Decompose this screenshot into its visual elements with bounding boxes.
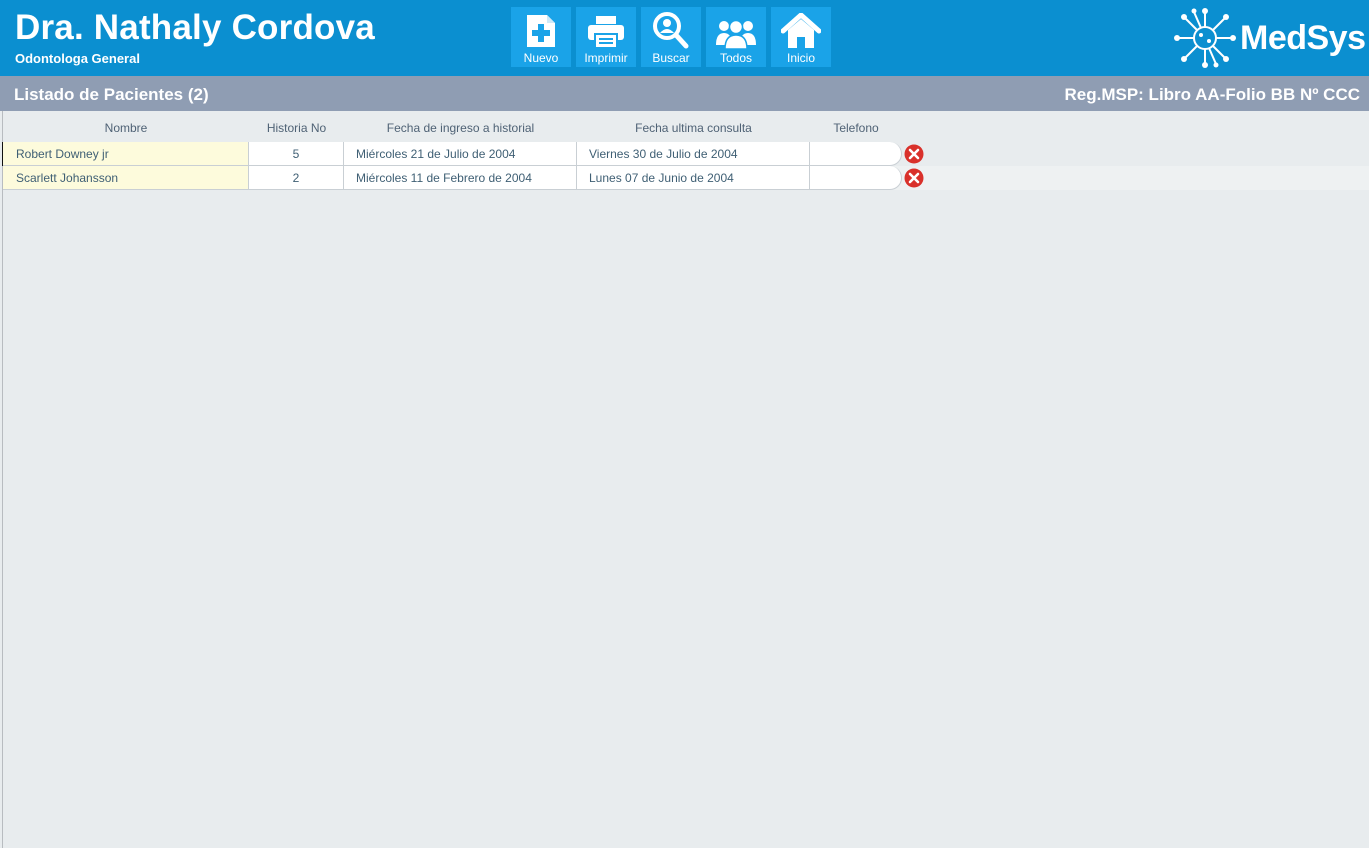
new-button-label: Nuevo — [523, 51, 559, 65]
search-icon — [651, 7, 691, 49]
app-header: Dra. Nathaly Cordova Odontologa General … — [0, 0, 1369, 76]
last-visit-cell[interactable]: Lunes 07 de Junio de 2004 — [577, 166, 810, 190]
doctor-specialty: Odontologa General — [15, 51, 140, 66]
history-number-cell[interactable]: 5 — [249, 142, 344, 166]
patient-name-cell[interactable]: Robert Downey jr — [3, 142, 249, 166]
table-row[interactable]: Scarlett Johansson 2 Miércoles 11 de Feb… — [3, 166, 1369, 190]
delete-circle-icon[interactable] — [904, 144, 924, 164]
printer-icon — [586, 7, 626, 49]
home-button[interactable]: Inicio — [771, 7, 831, 67]
list-subheader: Listado de Pacientes (2) Reg.MSP: Libro … — [0, 76, 1369, 111]
admission-date-cell[interactable]: Miércoles 21 de Julio de 2004 — [344, 142, 577, 166]
new-document-icon — [525, 7, 557, 49]
table-header: Nombre Historia No Fecha de ingreso a hi… — [3, 111, 1369, 141]
column-header-nombre: Nombre — [104, 121, 148, 135]
admission-date-cell[interactable]: Miércoles 11 de Febrero de 2004 — [344, 166, 577, 190]
all-button-label: Todos — [719, 51, 753, 65]
column-header-historia: Historia No — [266, 121, 327, 135]
all-button[interactable]: Todos — [706, 7, 766, 67]
history-number-cell[interactable]: 2 — [249, 166, 344, 190]
users-icon — [715, 7, 757, 49]
toolbar: Nuevo Imprimir Buscar Todos Inicio — [511, 7, 831, 67]
phone-cell[interactable] — [810, 142, 902, 166]
home-button-label: Inicio — [786, 51, 815, 65]
search-button[interactable]: Buscar — [641, 7, 701, 67]
registration-info: Reg.MSP: Libro AA-Folio BB Nº CCC — [1064, 85, 1361, 104]
delete-circle-icon[interactable] — [904, 168, 924, 188]
print-button-label: Imprimir — [584, 51, 628, 65]
print-button[interactable]: Imprimir — [576, 7, 636, 67]
column-header-ingreso: Fecha de ingreso a historial — [386, 121, 535, 135]
medsys-logo: MedSys — [1172, 6, 1366, 70]
column-header-telefono: Telefono — [833, 121, 879, 135]
patient-list: Nombre Historia No Fecha de ingreso a hi… — [2, 111, 1369, 848]
home-icon — [781, 7, 821, 49]
doctor-name: Dra. Nathaly Cordova — [15, 8, 375, 47]
column-header-ultima: Fecha ultima consulta — [635, 121, 752, 135]
last-visit-cell[interactable]: Viernes 30 de Julio de 2004 — [577, 142, 810, 166]
logo-text: MedSys — [1240, 18, 1366, 57]
phone-cell[interactable] — [810, 166, 902, 190]
patient-name-cell[interactable]: Scarlett Johansson — [3, 166, 249, 190]
table-row[interactable]: Robert Downey jr 5 Miércoles 21 de Julio… — [2, 142, 1369, 166]
network-logo-icon — [1174, 8, 1236, 68]
search-button-label: Buscar — [652, 51, 690, 65]
new-button[interactable]: Nuevo — [511, 7, 571, 67]
list-title: Listado de Pacientes (2) — [14, 85, 209, 104]
